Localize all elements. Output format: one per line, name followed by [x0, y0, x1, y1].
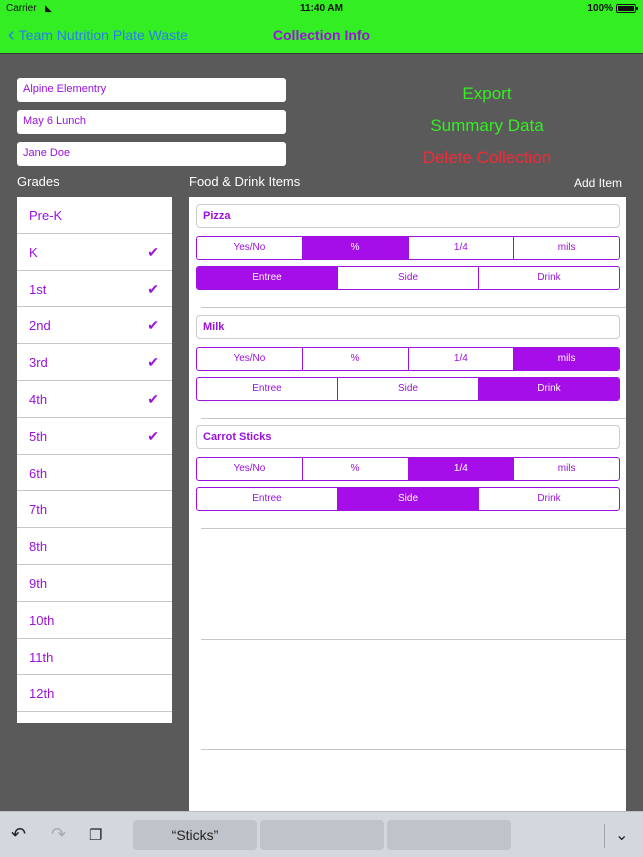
- measure-option[interactable]: mils: [514, 458, 619, 480]
- checkmark-icon: ✔: [147, 427, 159, 444]
- grade-label: 12th: [29, 686, 55, 702]
- checkmark-icon: ✔: [147, 243, 159, 260]
- row-divider: [201, 749, 626, 750]
- grade-row[interactable]: 10th: [17, 602, 172, 639]
- category-segmented-control: Entree Side Drink: [196, 487, 620, 511]
- measure-option[interactable]: %: [302, 237, 409, 259]
- category-segmented-control: Entree Side Drink: [196, 266, 620, 290]
- redo-icon[interactable]: ↷: [51, 824, 66, 845]
- grade-label: 1st: [29, 281, 47, 297]
- undo-icon[interactable]: ↶: [11, 824, 26, 845]
- navigation-bar: ‹ Team Nutrition Plate Waste Collection …: [0, 18, 643, 54]
- grade-row[interactable]: 5th ✔: [17, 418, 172, 455]
- item-name-field[interactable]: Carrot Sticks: [196, 425, 620, 449]
- grade-label: 10th: [29, 612, 55, 628]
- grade-label: 9th: [29, 575, 48, 591]
- grade-label: K: [29, 244, 38, 260]
- grade-row[interactable]: 9th: [17, 565, 172, 602]
- grade-row[interactable]: 8th: [17, 528, 172, 565]
- category-segmented-control: Entree Side Drink: [196, 376, 620, 401]
- grade-row[interactable]: 2nd ✔: [17, 307, 172, 345]
- measure-option[interactable]: Yes/No: [197, 458, 303, 480]
- toolbar-divider: [604, 824, 605, 848]
- grade-label: 8th: [29, 539, 48, 555]
- measure-segmented-control: Yes/No% 1/4 mils: [196, 236, 620, 260]
- keyboard-shortcut-bar: ↶ ↷ ❐ “Sticks” ⌄: [0, 811, 643, 857]
- row-divider: [201, 417, 626, 419]
- category-option[interactable]: Side: [338, 377, 479, 400]
- checkmark-icon: ✔: [147, 317, 159, 334]
- food-items-list: Pizza Yes/No% 1/4 mils Entree Side Drink Milk Ye…: [189, 197, 626, 811]
- category-option[interactable]: Drink: [479, 488, 619, 510]
- delete-collection-button[interactable]: Delete Collection: [380, 148, 594, 168]
- measure-option[interactable]: %: [303, 458, 409, 480]
- meal-field[interactable]: May 6 Lunch: [17, 110, 286, 134]
- grade-label: 6th: [29, 465, 48, 481]
- grade-label: 7th: [29, 502, 48, 518]
- category-option[interactable]: Entree: [197, 488, 338, 510]
- item-name-field[interactable]: Pizza: [196, 204, 620, 228]
- grades-heading: Grades: [17, 174, 60, 189]
- checkmark-icon: ✔: [147, 390, 159, 407]
- grade-row[interactable]: 6th: [17, 455, 172, 492]
- measure-option[interactable]: mils: [514, 237, 619, 259]
- row-divider: [201, 307, 626, 308]
- category-option[interactable]: Side: [338, 488, 479, 510]
- status-bar: Carrier ◣ 11:40 AM 100%: [0, 0, 643, 18]
- category-option[interactable]: Drink: [479, 377, 619, 400]
- suggestion-2[interactable]: [260, 820, 384, 850]
- grade-label: 3rd: [29, 355, 48, 371]
- checkmark-icon: ✔: [147, 280, 159, 297]
- battery-icon: [616, 4, 638, 13]
- paste-icon[interactable]: ❐: [89, 826, 102, 844]
- category-option[interactable]: Entree: [197, 377, 338, 400]
- grade-label: 5th: [29, 428, 48, 444]
- grade-row[interactable]: 3rd ✔: [17, 344, 172, 381]
- measure-segmented-control: Yes/No% 1/4 mils: [196, 457, 620, 481]
- measure-option[interactable]: mils: [514, 347, 619, 370]
- row-divider: [201, 638, 626, 640]
- item-name-field[interactable]: Milk: [196, 314, 620, 339]
- measure-option[interactable]: Yes/No: [197, 347, 303, 370]
- grade-row[interactable]: Pre-K: [17, 197, 172, 234]
- page-title: Collection Info: [272, 27, 371, 43]
- measure-option[interactable]: 1/4: [409, 237, 515, 259]
- summary-data-button[interactable]: Summary Data: [380, 116, 594, 136]
- status-time: 11:40 AM: [300, 3, 343, 14]
- add-item-button[interactable]: Add Item: [574, 176, 622, 190]
- grades-list: Pre-K K ✔ 1st ✔ 2nd ✔ 3rd ✔ 4th ✔ 5th ✔ 6th 7th 8th 9th 1…: [17, 197, 172, 723]
- category-option[interactable]: Drink: [479, 267, 619, 289]
- measure-option[interactable]: 1/4: [408, 458, 515, 480]
- grade-row[interactable]: 7th: [17, 491, 172, 529]
- measure-option[interactable]: Yes/No: [197, 237, 303, 259]
- items-heading: Food & Drink Items: [189, 174, 301, 189]
- suggestion-1[interactable]: “Sticks”: [133, 820, 257, 850]
- measure-segmented-control: Yes/No% 1/4 mils: [196, 346, 620, 371]
- battery-percent: 100%: [587, 3, 613, 14]
- row-divider: [201, 528, 626, 529]
- measure-option[interactable]: 1/4: [409, 347, 515, 370]
- measure-option[interactable]: %: [303, 347, 409, 370]
- collector-field[interactable]: Jane Doe: [17, 142, 286, 166]
- grade-row[interactable]: 1st ✔: [17, 271, 172, 308]
- grade-label: 11th: [29, 649, 54, 665]
- grade-label: 4th: [29, 391, 48, 407]
- grade-row[interactable]: 12th: [17, 675, 172, 713]
- grade-row[interactable]: K ✔: [17, 234, 172, 271]
- grade-row[interactable]: 11th: [17, 639, 172, 676]
- school-field[interactable]: Alpine Elementry: [17, 78, 286, 102]
- suggestion-3[interactable]: [387, 820, 511, 850]
- checkmark-icon: ✔: [147, 354, 159, 371]
- category-option[interactable]: Entree: [197, 267, 338, 289]
- category-option[interactable]: Side: [338, 267, 479, 289]
- grade-row[interactable]: 4th ✔: [17, 381, 172, 418]
- chevron-down-icon[interactable]: ⌄: [615, 825, 628, 845]
- export-button[interactable]: Export: [380, 84, 594, 104]
- grade-label: Pre-K: [29, 208, 63, 223]
- grade-label: 2nd: [29, 318, 51, 334]
